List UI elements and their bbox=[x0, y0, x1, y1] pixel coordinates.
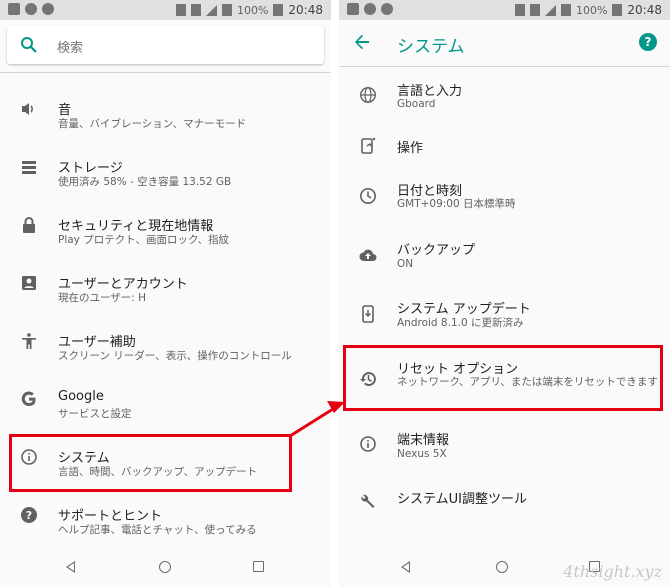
item-title: 音 bbox=[58, 103, 72, 118]
item-subtitle: Nexus 5X bbox=[397, 448, 447, 460]
bluetooth-icon bbox=[175, 4, 186, 16]
cloud-upload-icon bbox=[359, 249, 377, 262]
no-sim-icon bbox=[560, 4, 571, 16]
recents-nav-icon[interactable] bbox=[253, 561, 264, 572]
search-placeholder: 検索 bbox=[57, 41, 84, 56]
home-nav-icon[interactable] bbox=[159, 561, 171, 573]
page-title: システム bbox=[397, 37, 465, 57]
highlight-reset-options bbox=[343, 345, 663, 411]
globe-icon bbox=[360, 87, 376, 103]
clock-icon bbox=[360, 188, 376, 204]
storage-icon bbox=[22, 161, 36, 174]
system-item-update[interactable]: システム アップデート Android 8.1.0 に更新済み bbox=[339, 287, 670, 343]
divider bbox=[0, 72, 331, 73]
system-item-ui-tuner[interactable]: システムUI調整ツール bbox=[339, 478, 670, 534]
item-title: セキュリティと現在地情報 bbox=[58, 219, 214, 234]
system-item-about[interactable]: 端末情報 Nexus 5X bbox=[339, 418, 670, 474]
notification-icon bbox=[8, 3, 20, 15]
battery-icon bbox=[612, 4, 623, 16]
system-item-language[interactable]: 言語と入力 Gboard bbox=[339, 66, 670, 122]
help-icon[interactable]: ? bbox=[639, 33, 657, 51]
item-subtitle: 使用済み 58% - 空き容量 13.52 GB bbox=[58, 176, 232, 188]
battery-percent: 100% bbox=[236, 3, 269, 17]
settings-item-security[interactable]: セキュリティと現在地情報 Play プロテクト、画面ロック、指紋 bbox=[0, 197, 331, 253]
system-update-icon bbox=[362, 305, 374, 323]
item-subtitle: Android 8.1.0 に更新済み bbox=[397, 317, 524, 329]
accessibility-icon bbox=[22, 333, 36, 349]
status-bar: 100% 20:48 bbox=[339, 0, 670, 20]
gesture-icon bbox=[361, 137, 376, 154]
item-subtitle: 現在のユーザー: H bbox=[58, 292, 147, 304]
left-screen: 100% 20:48 検索 音 音量、バイブレーション、マナーモード ストレージ… bbox=[0, 0, 331, 587]
item-title: Google bbox=[58, 389, 104, 404]
item-subtitle: GMT+09:00 日本標準時 bbox=[397, 198, 516, 210]
vibrate-icon bbox=[529, 4, 540, 16]
help-icon: ? bbox=[21, 507, 37, 523]
settings-item-accounts[interactable]: ユーザーとアカウント 現在のユーザー: H bbox=[0, 255, 331, 311]
item-title: 端末情報 bbox=[397, 433, 450, 448]
signal-icon bbox=[205, 4, 217, 16]
search-input[interactable]: 検索 bbox=[7, 26, 324, 64]
settings-item-sound[interactable]: 音 音量、バイブレーション、マナーモード bbox=[0, 81, 331, 137]
system-item-date-time[interactable]: 日付と時刻 GMT+09:00 日本標準時 bbox=[339, 168, 670, 224]
notification-icons bbox=[8, 3, 54, 15]
search-icon bbox=[21, 37, 37, 53]
watermark: 4thsight.xyz bbox=[563, 562, 662, 581]
info-icon bbox=[360, 436, 376, 452]
clock: 20:48 bbox=[288, 3, 323, 17]
settings-item-storage[interactable]: ストレージ 使用済み 58% - 空き容量 13.52 GB bbox=[0, 139, 331, 195]
item-subtitle: スクリーン リーダー、表示、操作のコントロール bbox=[58, 350, 292, 362]
system-icons: 100% 20:48 bbox=[514, 3, 662, 17]
wrench-icon bbox=[361, 494, 375, 508]
item-title: バックアップ bbox=[397, 243, 476, 258]
lock-icon bbox=[23, 217, 35, 233]
back-arrow-icon[interactable] bbox=[353, 33, 371, 51]
notification-icon bbox=[381, 3, 393, 15]
back-nav-icon[interactable] bbox=[66, 561, 75, 573]
right-screen: 100% 20:48 システム ? 言語と入力 Gboard 操作 日付と時刻 … bbox=[339, 0, 670, 587]
item-subtitle: Play プロテクト、画面ロック、指紋 bbox=[58, 234, 230, 246]
system-item-backup[interactable]: バックアップ ON bbox=[339, 228, 670, 284]
notification-icon bbox=[42, 3, 54, 15]
google-icon bbox=[21, 391, 36, 407]
signal-icon bbox=[544, 4, 556, 16]
no-sim-icon bbox=[221, 4, 232, 16]
back-nav-icon[interactable] bbox=[401, 561, 410, 573]
item-subtitle: ON bbox=[397, 258, 414, 270]
svg-text:?: ? bbox=[26, 509, 32, 522]
battery-percent: 100% bbox=[575, 3, 608, 17]
notification-icon bbox=[364, 3, 376, 15]
item-title: システムUI調整ツール bbox=[397, 492, 527, 507]
notification-icon bbox=[347, 3, 359, 15]
battery-icon bbox=[273, 4, 284, 16]
system-icons: 100% 20:48 bbox=[175, 3, 323, 17]
item-subtitle: 音量、バイブレーション、マナーモード bbox=[58, 118, 247, 130]
navigation-bar bbox=[0, 549, 331, 587]
app-bar: システム ? bbox=[339, 20, 670, 66]
item-title: ストレージ bbox=[58, 161, 123, 176]
item-title: サポートとヒント bbox=[58, 509, 163, 524]
item-subtitle: Gboard bbox=[397, 98, 436, 110]
item-subtitle: サービスと設定 bbox=[58, 408, 132, 420]
home-nav-icon[interactable] bbox=[496, 561, 508, 573]
item-title: システム アップデート bbox=[397, 302, 531, 317]
item-subtitle: ヘルプ記事、電話とチャット、使ってみる bbox=[58, 524, 257, 536]
account-icon bbox=[22, 276, 36, 290]
settings-item-google[interactable]: Google サービスと設定 bbox=[0, 371, 331, 427]
status-bar: 100% 20:48 bbox=[0, 0, 331, 20]
clock: 20:48 bbox=[627, 3, 662, 17]
item-title: 操作 bbox=[397, 141, 424, 156]
highlight-system bbox=[9, 434, 292, 492]
volume-icon bbox=[22, 103, 33, 115]
notification-icons bbox=[347, 3, 393, 15]
item-title: 言語と入力 bbox=[397, 84, 463, 99]
item-title: ユーザーとアカウント bbox=[58, 277, 188, 292]
notification-icon bbox=[25, 3, 37, 15]
settings-item-support[interactable]: ? サポートとヒント ヘルプ記事、電話とチャット、使ってみる bbox=[0, 487, 331, 543]
item-title: ユーザー補助 bbox=[58, 335, 136, 350]
vibrate-icon bbox=[190, 4, 201, 16]
item-title: 日付と時刻 bbox=[397, 184, 463, 199]
bluetooth-icon bbox=[514, 4, 525, 16]
settings-item-accessibility[interactable]: ユーザー補助 スクリーン リーダー、表示、操作のコントロール bbox=[0, 313, 331, 369]
